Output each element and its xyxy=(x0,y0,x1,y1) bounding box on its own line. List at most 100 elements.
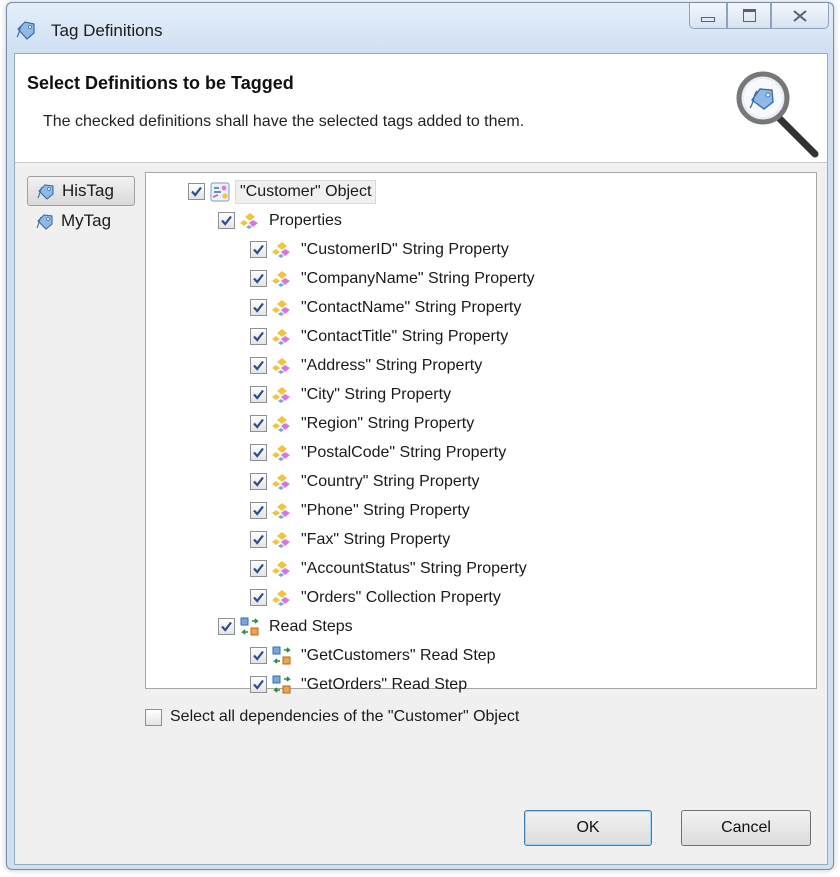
checkmark-icon xyxy=(253,476,264,487)
tree-checkbox[interactable] xyxy=(250,502,267,519)
tree-item-getorders-read-step[interactable]: "GetOrders" Read Step xyxy=(250,670,467,699)
tree-node-label: "Fax" String Property xyxy=(301,530,451,548)
tree-item-contactname-string-property[interactable]: "ContactName" String Property xyxy=(250,293,521,322)
magnifier-icon xyxy=(736,71,819,158)
checkmark-icon xyxy=(221,215,232,226)
tree-checkbox[interactable] xyxy=(250,270,267,287)
properties-icon xyxy=(272,240,292,260)
close-icon xyxy=(793,9,807,22)
title-bar[interactable]: Tag Definitions xyxy=(7,3,833,53)
checkmark-icon xyxy=(253,592,264,603)
tree-checkbox[interactable] xyxy=(250,357,267,374)
minimize-icon xyxy=(701,17,715,22)
checkmark-icon xyxy=(253,418,264,429)
select-dependencies-checkbox[interactable] xyxy=(145,708,162,726)
checkmark-icon xyxy=(253,679,264,690)
tree-checkbox[interactable] xyxy=(250,386,267,403)
read-step-icon xyxy=(272,675,292,695)
tree-checkbox[interactable] xyxy=(250,647,267,664)
tree-item-orders-collection-property[interactable]: "Orders" Collection Property xyxy=(250,583,501,612)
tree-checkbox[interactable] xyxy=(218,212,235,229)
tree-checkbox[interactable] xyxy=(250,473,267,490)
properties-icon xyxy=(272,501,292,521)
page-title: Select Definitions to be Tagged xyxy=(27,73,294,93)
dialog-content: Select Definitions to be Tagged The chec… xyxy=(14,53,828,865)
tree-node-label: Read Steps xyxy=(269,617,353,635)
tree-checkbox[interactable] xyxy=(250,560,267,577)
dialog-window: Tag Definitions Select Definitions to be… xyxy=(6,2,834,870)
tree-checkbox[interactable] xyxy=(250,676,267,693)
checkmark-icon xyxy=(253,302,264,313)
tree-item-phone-string-property[interactable]: "Phone" String Property xyxy=(250,496,470,525)
properties-icon xyxy=(272,414,292,434)
maximize-icon xyxy=(742,9,756,22)
properties-icon xyxy=(272,269,292,289)
checkmark-icon xyxy=(253,650,264,661)
maximize-button[interactable] xyxy=(727,3,771,29)
tree-checkbox[interactable] xyxy=(250,444,267,461)
tree-item-getcustomers-read-step[interactable]: "GetCustomers" Read Step xyxy=(250,641,496,670)
tag-icon xyxy=(37,184,54,200)
tree-node-label: "Address" String Property xyxy=(301,356,483,374)
tree-node-label: "Customer" Object xyxy=(235,179,377,204)
tree-item-postalcode-string-property[interactable]: "PostalCode" String Property xyxy=(250,438,506,467)
ok-button[interactable]: OK xyxy=(524,810,652,846)
tree-item-customerid-string-property[interactable]: "CustomerID" String Property xyxy=(250,235,509,264)
cancel-button[interactable]: Cancel xyxy=(681,810,811,846)
checkmark-icon xyxy=(253,244,264,255)
tree-item-city-string-property[interactable]: "City" String Property xyxy=(250,380,451,409)
tree-checkbox[interactable] xyxy=(250,299,267,316)
tree-checkbox[interactable] xyxy=(250,328,267,345)
dialog-header: Select Definitions to be Tagged The chec… xyxy=(15,54,827,163)
tag-item-mytag[interactable]: MyTag xyxy=(27,206,135,236)
tree-node-customer-object[interactable]: "Customer" Object xyxy=(188,177,377,206)
tree-node-label: "ContactTitle" String Property xyxy=(301,327,509,345)
tree-node-label: "City" String Property xyxy=(301,385,452,403)
properties-icon xyxy=(272,443,292,463)
tree-node-label: "AccountStatus" String Property xyxy=(301,559,527,577)
tag-item-histag[interactable]: HisTag xyxy=(27,176,135,206)
select-dependencies-row[interactable]: Select all dependencies of the "Customer… xyxy=(145,708,519,726)
properties-icon xyxy=(272,530,292,550)
properties-icon xyxy=(272,356,292,376)
checkmark-icon xyxy=(253,447,264,458)
tree-item-region-string-property[interactable]: "Region" String Property xyxy=(250,409,474,438)
tree-node-label: "Orders" Collection Property xyxy=(301,588,501,606)
close-button[interactable] xyxy=(771,3,829,29)
read-step-icon xyxy=(240,617,260,637)
tree-item-address-string-property[interactable]: "Address" String Property xyxy=(250,351,482,380)
minimize-button[interactable] xyxy=(689,3,727,29)
tree-item-accountstatus-string-property[interactable]: "AccountStatus" String Property xyxy=(250,554,527,583)
tree-checkbox[interactable] xyxy=(250,241,267,258)
tree-checkbox[interactable] xyxy=(218,618,235,635)
tree-node-label: "Phone" String Property xyxy=(301,501,470,519)
tree-node-label: "GetCustomers" Read Step xyxy=(301,646,496,664)
properties-icon xyxy=(272,327,292,347)
tag-label: MyTag xyxy=(61,211,112,230)
definitions-tree[interactable]: "Customer" Object Properties "CustomerID" … xyxy=(145,172,817,693)
checkmark-icon xyxy=(253,563,264,574)
properties-icon xyxy=(272,385,292,405)
checkmark-icon xyxy=(253,505,264,516)
tree-checkbox[interactable] xyxy=(250,589,267,606)
tree-checkbox[interactable] xyxy=(250,531,267,548)
tag-label: HisTag xyxy=(62,181,114,200)
tree-node-read-steps[interactable]: Read Steps xyxy=(218,612,353,641)
tree-item-companyname-string-property[interactable]: "CompanyName" String Property xyxy=(250,264,535,293)
checkmark-icon xyxy=(221,621,232,632)
tree-node-label: "GetOrders" Read Step xyxy=(301,675,468,693)
tree-item-fax-string-property[interactable]: "Fax" String Property xyxy=(250,525,450,554)
tree-checkbox[interactable] xyxy=(250,415,267,432)
tag-icon xyxy=(36,214,53,230)
checkmark-icon xyxy=(253,331,264,342)
select-dependencies-label: Select all dependencies of the "Customer… xyxy=(170,708,520,725)
tree-item-contacttitle-string-property[interactable]: "ContactTitle" String Property xyxy=(250,322,508,351)
tree-node-properties[interactable]: Properties xyxy=(218,206,342,235)
tree-item-country-string-property[interactable]: "Country" String Property xyxy=(250,467,480,496)
checkmark-icon xyxy=(253,389,264,400)
properties-icon xyxy=(272,472,292,492)
checkmark-icon xyxy=(253,360,264,371)
tree-node-label: Properties xyxy=(269,211,342,229)
tree-checkbox[interactable] xyxy=(188,183,205,200)
tag-icon xyxy=(16,21,35,40)
